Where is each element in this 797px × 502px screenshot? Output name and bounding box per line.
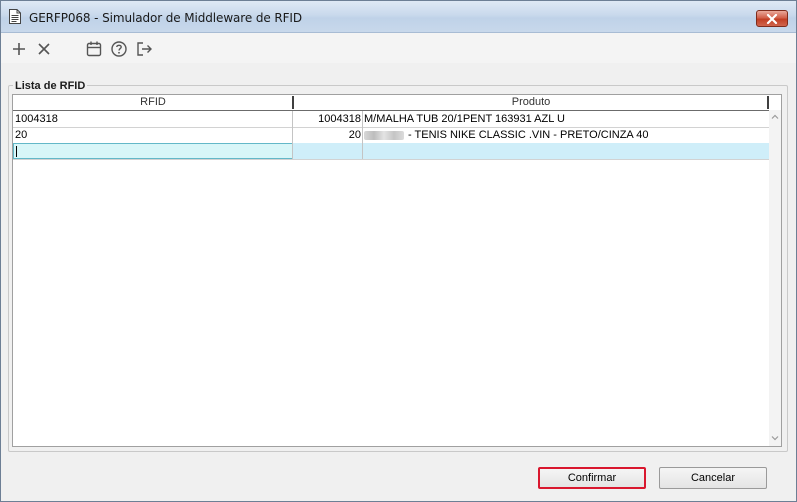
- cell-codigo[interactable]: 1004318: [293, 111, 362, 127]
- cell-produto-empty[interactable]: [364, 143, 768, 159]
- close-icon: [766, 13, 778, 24]
- title-bar: GERFP068 - Simulador de Middleware de RF…: [1, 1, 796, 33]
- text-caret: [16, 146, 17, 157]
- scroll-down-icon[interactable]: [770, 433, 780, 443]
- cell-codigo[interactable]: 20: [293, 127, 362, 143]
- cell-produto-wrapper[interactable]: - TENIS NIKE CLASSIC .VIN - PRETO/CINZA …: [364, 127, 768, 143]
- cell-codigo-empty[interactable]: [293, 143, 362, 159]
- column-separator[interactable]: [767, 96, 769, 109]
- toolbar: [1, 33, 796, 63]
- exit-icon[interactable]: [135, 40, 153, 58]
- plus-icon[interactable]: [10, 40, 28, 58]
- column-header-produto[interactable]: Produto: [294, 95, 768, 110]
- cell-divider: [362, 127, 363, 143]
- main-window: GERFP068 - Simulador de Middleware de RF…: [0, 0, 797, 502]
- new-row[interactable]: [13, 143, 769, 160]
- window-title: GERFP068 - Simulador de Middleware de RF…: [29, 11, 302, 25]
- confirm-button-label: Confirmar: [567, 472, 617, 484]
- document-icon: [9, 9, 21, 24]
- close-x-icon[interactable]: [35, 40, 53, 58]
- cancel-button[interactable]: Cancelar: [659, 467, 767, 489]
- column-header-rfid[interactable]: RFID: [13, 95, 293, 110]
- table-row[interactable]: 1004318 1004318 M/MALHA TUB 20/1PENT 163…: [13, 111, 769, 128]
- redacted-product-code: [364, 130, 404, 140]
- table-row[interactable]: 20 20 - TENIS NIKE CLASSIC .VIN - PRETO/…: [13, 127, 769, 144]
- cancel-button-label: Cancelar: [690, 472, 736, 484]
- window-close-button[interactable]: [756, 10, 788, 27]
- cell-rfid[interactable]: 20: [14, 127, 292, 143]
- vertical-scrollbar[interactable]: [769, 110, 781, 446]
- help-icon[interactable]: [110, 40, 128, 58]
- cell-rfid-input[interactable]: [13, 143, 293, 159]
- group-label: Lista de RFID: [13, 80, 88, 92]
- cell-divider: [362, 143, 363, 159]
- cell-produto[interactable]: M/MALHA TUB 20/1PENT 163931 AZL U: [364, 111, 768, 127]
- grid-header: RFID Produto: [13, 95, 769, 111]
- calendar-icon[interactable]: [85, 40, 103, 58]
- cell-divider: [362, 111, 363, 127]
- confirm-button[interactable]: Confirmar: [538, 467, 646, 489]
- scroll-up-icon[interactable]: [770, 112, 780, 122]
- rfid-grid: RFID Produto 1004318 1004318 M/MALHA TUB…: [12, 94, 782, 447]
- cell-produto: - TENIS NIKE CLASSIC .VIN - PRETO/CINZA …: [408, 129, 649, 141]
- cell-rfid[interactable]: 1004318: [14, 111, 292, 127]
